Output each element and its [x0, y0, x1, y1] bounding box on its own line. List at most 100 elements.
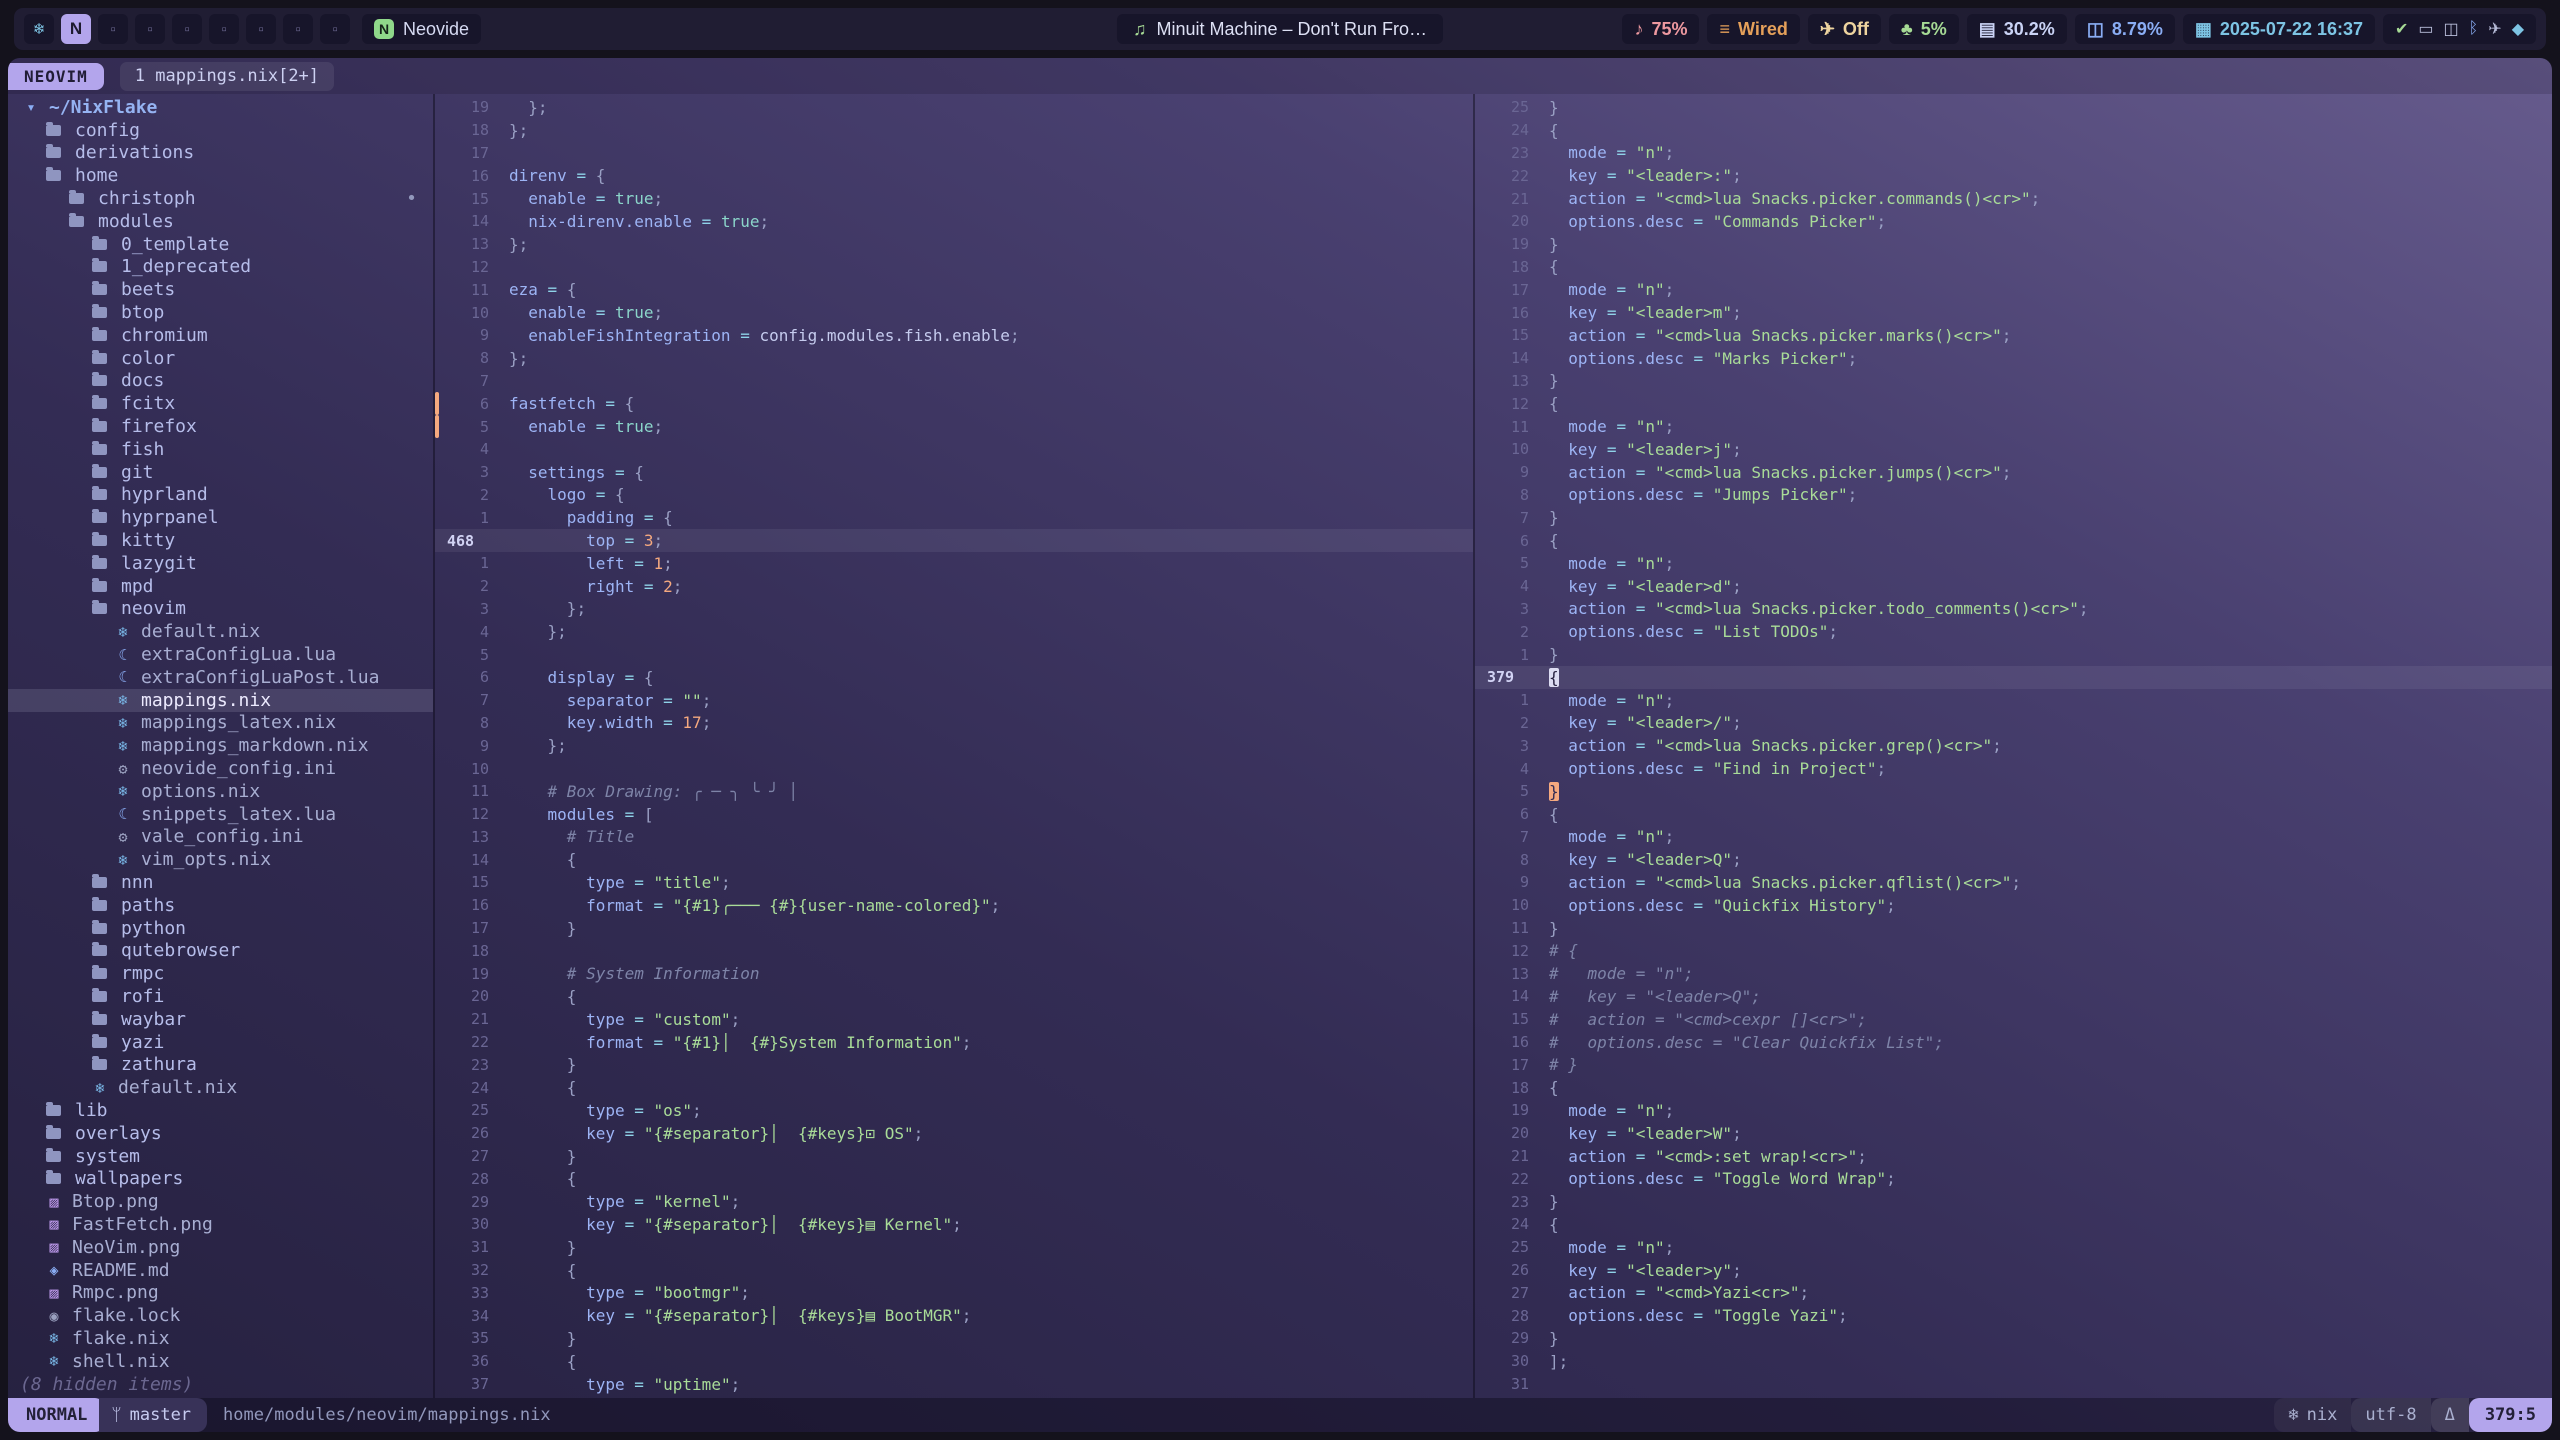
code-line[interactable]: 27 action = "<cmd>Yazi<cr>"; — [1475, 1281, 2552, 1304]
code-line[interactable]: 10 — [435, 757, 1473, 780]
tree-item-derivations[interactable]: derivations — [8, 142, 433, 165]
code-line[interactable]: 32 { — [435, 1259, 1473, 1282]
tree-item-hyprland[interactable]: hyprland — [8, 484, 433, 507]
code-line[interactable]: 19 # System Information — [435, 962, 1473, 985]
code-line[interactable]: 1 left = 1; — [435, 552, 1473, 575]
code-line[interactable]: 7 mode = "n"; — [1475, 826, 2552, 849]
code-line[interactable]: 5 enable = true; — [435, 415, 1473, 438]
tree-item-wallpapers[interactable]: wallpapers — [8, 1167, 433, 1190]
code-line[interactable]: 6 display = { — [435, 666, 1473, 689]
code-line[interactable]: 23} — [1475, 1190, 2552, 1213]
tree-item-neovim[interactable]: neovim — [8, 598, 433, 621]
code-line[interactable]: 2 right = 2; — [435, 575, 1473, 598]
code-line[interactable]: 5 — [435, 643, 1473, 666]
code-line[interactable]: 10 enable = true; — [435, 301, 1473, 324]
code-line[interactable]: 18}; — [435, 119, 1473, 142]
tree-item-firefox[interactable]: firefox — [8, 415, 433, 438]
code-line[interactable]: 26 key = "{#separator}│ {#keys}⊡ OS"; — [435, 1122, 1473, 1145]
tree-item-flake-nix[interactable]: ❄flake.nix — [8, 1327, 433, 1350]
tree-item-overlays[interactable]: overlays — [8, 1122, 433, 1145]
status-module-volume[interactable]: ♪75% — [1622, 14, 1699, 44]
code-line[interactable]: 21 action = "<cmd>lua Snacks.picker.comm… — [1475, 187, 2552, 210]
code-line[interactable]: 22 key = "<leader>:"; — [1475, 164, 2552, 187]
workspace-button-7[interactable]: ▫ — [246, 14, 276, 44]
workspace-button-5[interactable]: ▫ — [172, 14, 202, 44]
tree-item-snippets-latex-lua[interactable]: ☾snippets_latex.lua — [8, 803, 433, 826]
tree-item-paths[interactable]: paths — [8, 894, 433, 917]
tree-item-color[interactable]: color — [8, 347, 433, 370]
code-line[interactable]: 3 action = "<cmd>lua Snacks.picker.todo_… — [1475, 598, 2552, 621]
tree-item-vale-config-ini[interactable]: ⚙vale_config.ini — [8, 826, 433, 849]
code-line[interactable]: 30]; — [1475, 1350, 2552, 1373]
code-line[interactable]: 9 enableFishIntegration = config.modules… — [435, 324, 1473, 347]
code-line[interactable]: 25 type = "os"; — [435, 1099, 1473, 1122]
code-line[interactable]: 8 key.width = 17; — [435, 712, 1473, 735]
tree-item-kitty[interactable]: kitty — [8, 529, 433, 552]
code-line[interactable]: 2 options.desc = "List TODOs"; — [1475, 620, 2552, 643]
code-line[interactable]: 10 key = "<leader>j"; — [1475, 438, 2552, 461]
code-line[interactable]: 24{ — [1475, 119, 2552, 142]
code-line[interactable]: 18{ — [1475, 1076, 2552, 1099]
code-line[interactable]: 24 { — [435, 1076, 1473, 1099]
code-line[interactable]: 468 top = 3; — [435, 529, 1473, 552]
code-line[interactable]: 11 mode = "n"; — [1475, 415, 2552, 438]
code-line[interactable]: 4 — [435, 438, 1473, 461]
code-line[interactable]: 24{ — [1475, 1213, 2552, 1236]
code-line[interactable]: 23 } — [435, 1053, 1473, 1076]
tree-item-rofi[interactable]: rofi — [8, 985, 433, 1008]
git-branch[interactable]: ᛘ master — [99, 1398, 207, 1432]
tree-item-btop[interactable]: btop — [8, 301, 433, 324]
tree-item-system[interactable]: system — [8, 1145, 433, 1168]
tree-item-docs[interactable]: docs — [8, 370, 433, 393]
tree-item-lib[interactable]: lib — [8, 1099, 433, 1122]
tree-item-fcitx[interactable]: fcitx — [8, 392, 433, 415]
code-line[interactable]: 34 key = "{#separator}│ {#keys}▤ BootMGR… — [435, 1304, 1473, 1327]
code-line[interactable]: 25} — [1475, 96, 2552, 119]
code-line[interactable]: 19 mode = "n"; — [1475, 1099, 2552, 1122]
code-line[interactable]: 379{ — [1475, 666, 2552, 689]
tree-item-default-nix[interactable]: ❄default.nix — [8, 1076, 433, 1099]
workspace-button-9[interactable]: ▫ — [320, 14, 350, 44]
code-line[interactable]: 8}; — [435, 347, 1473, 370]
code-line[interactable]: 7 separator = ""; — [435, 689, 1473, 712]
code-line[interactable]: 11} — [1475, 917, 2552, 940]
tree-item-yazi[interactable]: yazi — [8, 1031, 433, 1054]
tab-mappings-nix[interactable]: 1 mappings.nix[2+] — [120, 62, 334, 91]
code-line[interactable]: 14 nix-direnv.enable = true; — [435, 210, 1473, 233]
code-line[interactable]: 6{ — [1475, 529, 2552, 552]
code-line[interactable]: 36 { — [435, 1350, 1473, 1373]
code-line[interactable]: 7 — [435, 370, 1473, 393]
tree-item-1-deprecated[interactable]: 1_deprecated — [8, 256, 433, 279]
code-line[interactable]: 4 }; — [435, 620, 1473, 643]
code-line[interactable]: 12# { — [1475, 939, 2552, 962]
tree-item-mpd[interactable]: mpd — [8, 575, 433, 598]
code-line[interactable]: 27 } — [435, 1145, 1473, 1168]
code-line[interactable]: 9 action = "<cmd>lua Snacks.picker.jumps… — [1475, 461, 2552, 484]
tree-item-git[interactable]: git — [8, 461, 433, 484]
code-line[interactable]: 25 mode = "n"; — [1475, 1236, 2552, 1259]
tray-bluetooth-icon[interactable]: ᛒ — [2469, 20, 2479, 38]
tree-item-readme-md[interactable]: ◈README.md — [8, 1259, 433, 1282]
code-line[interactable]: 35 } — [435, 1327, 1473, 1350]
code-line[interactable]: 28 options.desc = "Toggle Yazi"; — [1475, 1304, 2552, 1327]
tree-item-qutebrowser[interactable]: qutebrowser — [8, 939, 433, 962]
workspace-button-8[interactable]: ▫ — [283, 14, 313, 44]
tree-item-fish[interactable]: fish — [8, 438, 433, 461]
code-line[interactable]: 1} — [1475, 643, 2552, 666]
code-line[interactable]: 23 mode = "n"; — [1475, 142, 2552, 165]
code-line[interactable]: 6{ — [1475, 803, 2552, 826]
active-app-module[interactable]: N Neovide — [362, 14, 481, 44]
code-line[interactable]: 16 key = "<leader>m"; — [1475, 301, 2552, 324]
code-line[interactable]: 19} — [1475, 233, 2552, 256]
tray-check-icon[interactable]: ✔ — [2395, 19, 2408, 39]
code-line[interactable]: 8 key = "<leader>Q"; — [1475, 848, 2552, 871]
code-line[interactable]: 14 { — [435, 848, 1473, 871]
code-line[interactable]: 14# key = "<leader>Q"; — [1475, 985, 2552, 1008]
code-line[interactable]: 13}; — [435, 233, 1473, 256]
code-line[interactable]: 6fastfetch = { — [435, 392, 1473, 415]
code-line[interactable]: 13# mode = "n"; — [1475, 962, 2552, 985]
code-line[interactable]: 5 mode = "n"; — [1475, 552, 2552, 575]
tree-item-hyprpanel[interactable]: hyprpanel — [8, 506, 433, 529]
code-line[interactable]: 10 options.desc = "Quickfix History"; — [1475, 894, 2552, 917]
code-line[interactable]: 14 options.desc = "Marks Picker"; — [1475, 347, 2552, 370]
